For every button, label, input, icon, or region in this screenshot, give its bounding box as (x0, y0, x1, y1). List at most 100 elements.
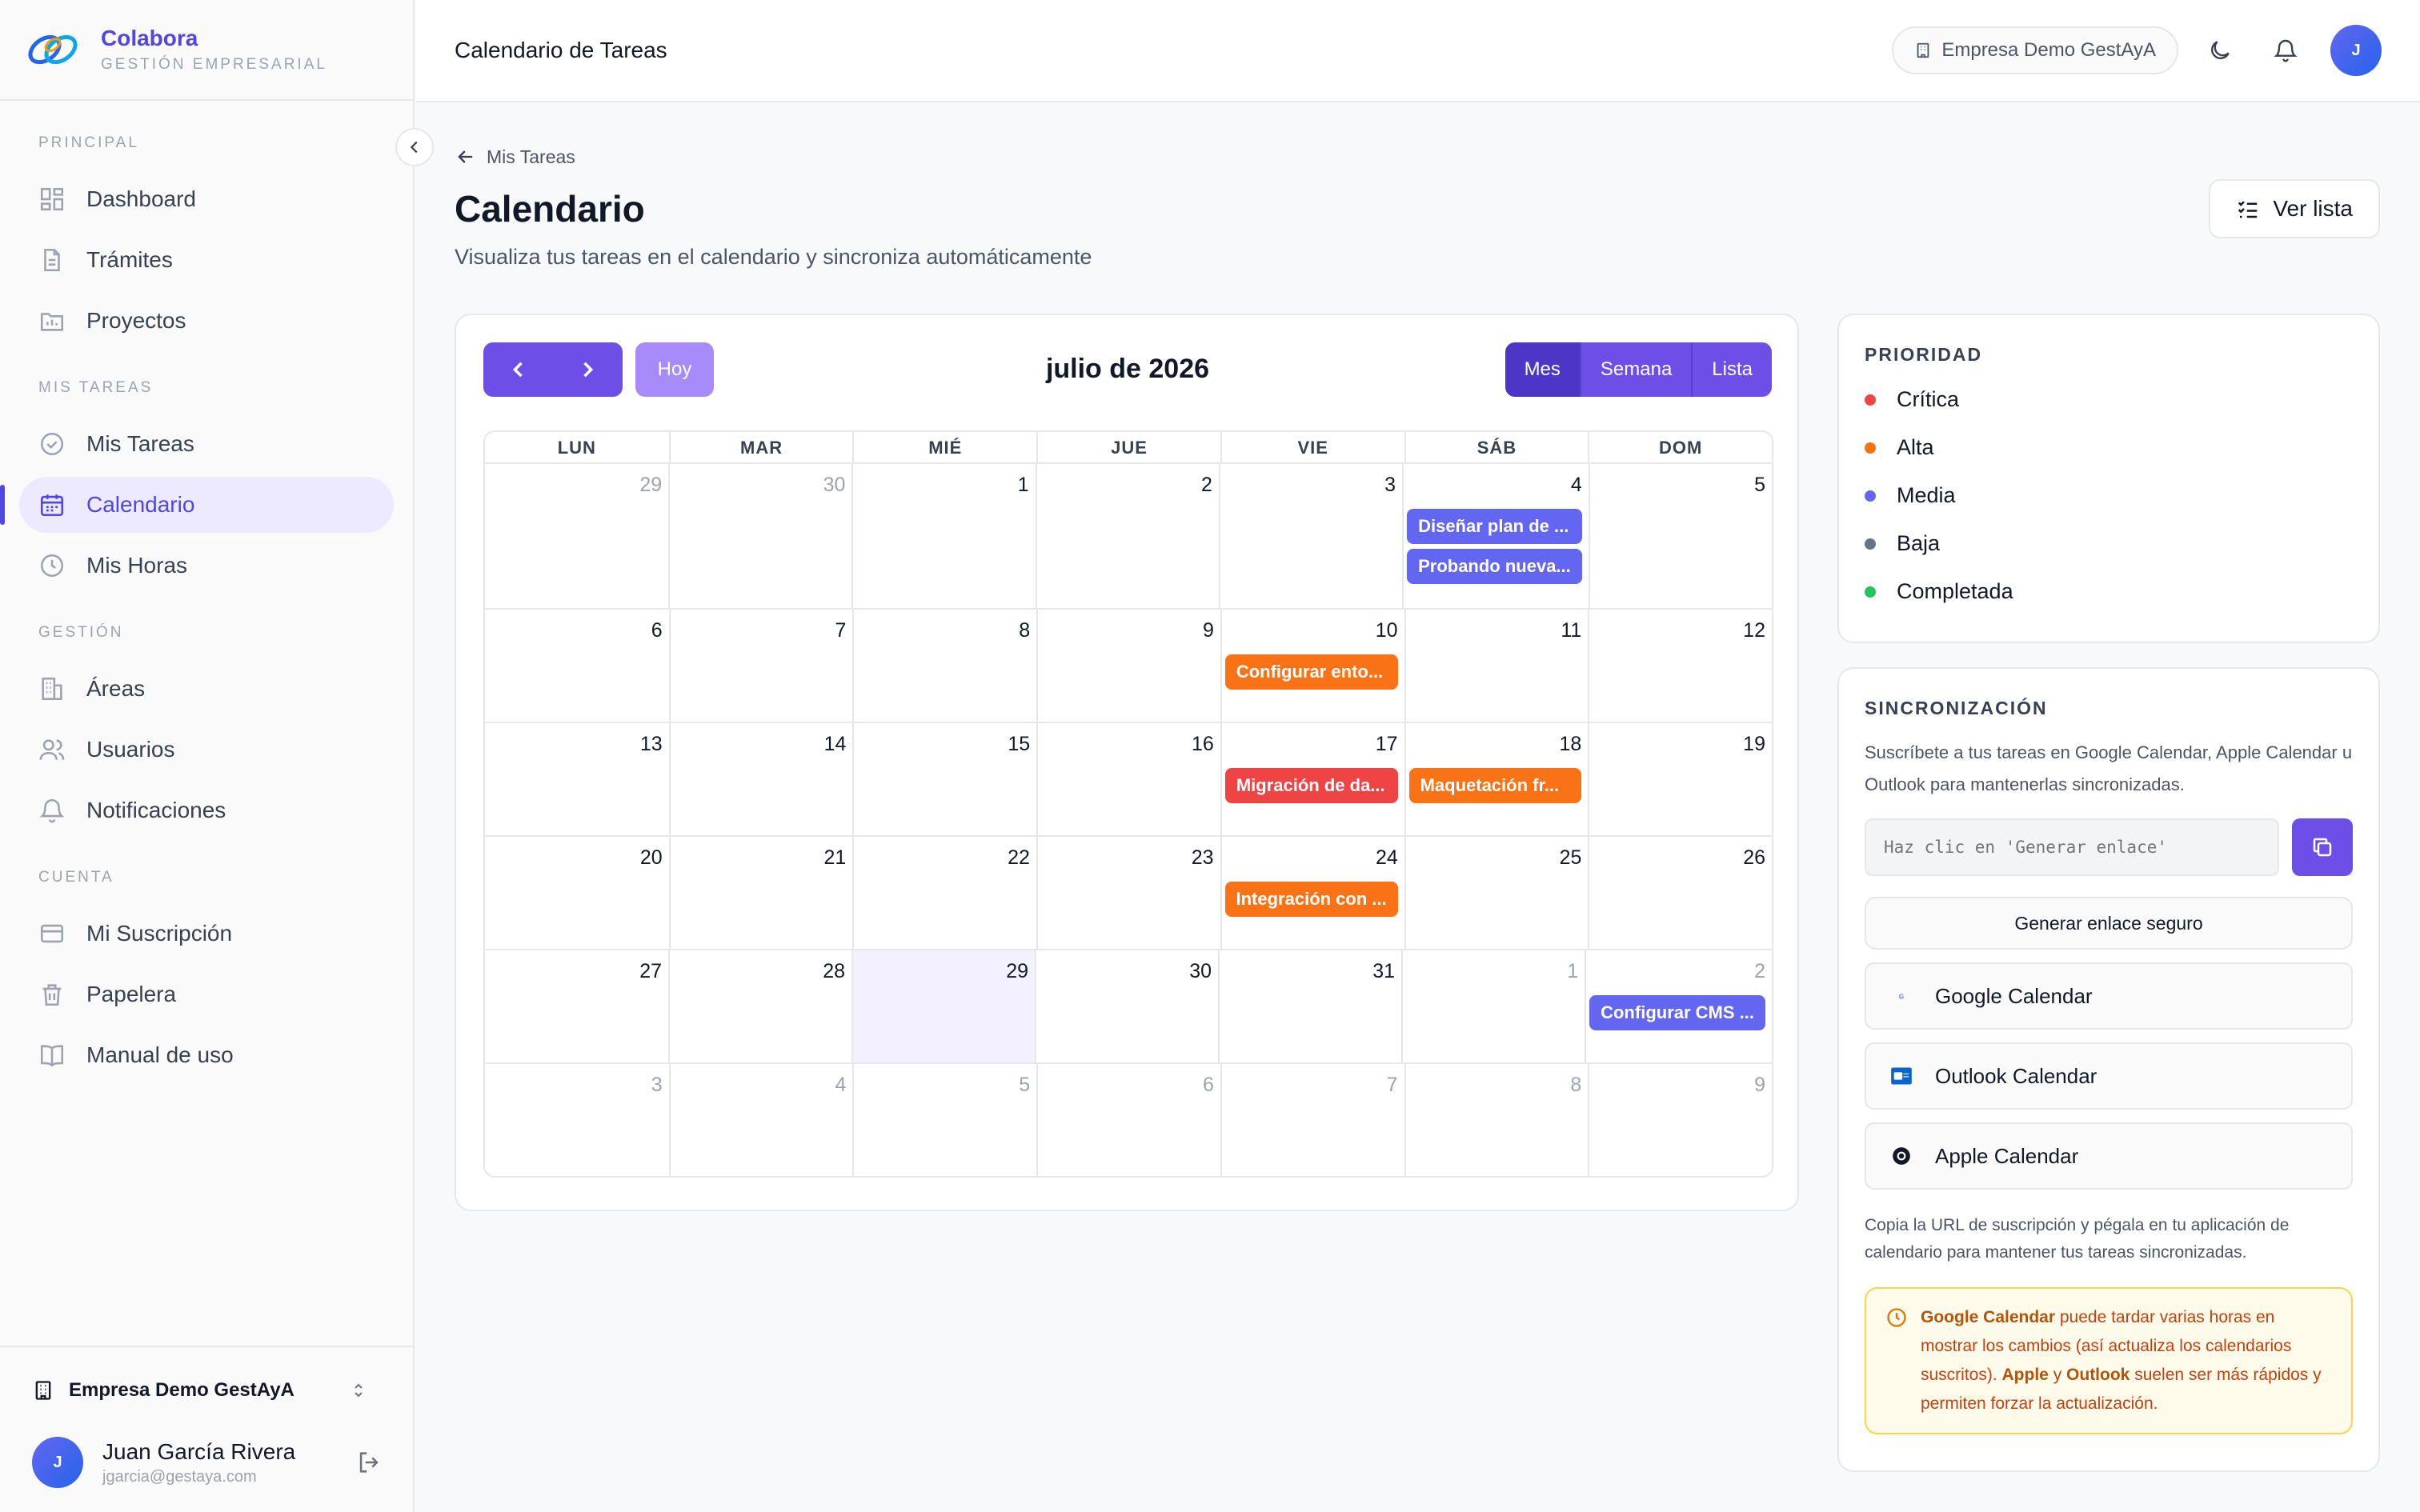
sidebar: Colabora GESTIÓN EMPRESARIAL PRINCIPAL Da… (0, 0, 415, 1512)
sidebar-item-dashboard[interactable]: Dashboard (19, 171, 394, 227)
calendar-day[interactable]: 28 (668, 950, 851, 1062)
calendar-day[interactable]: 3 (485, 1064, 669, 1176)
sync-warning: Google Calendar puede tardar varias hora… (1865, 1287, 2353, 1434)
calendar-day[interactable]: 8 (1404, 1064, 1589, 1176)
calendar-day[interactable]: 9 (1588, 1064, 1772, 1176)
calendar-day[interactable]: 6 (485, 610, 669, 722)
calendar-day[interactable]: 7 (668, 610, 853, 722)
calendar-event[interactable]: Probando nueva... (1407, 549, 1582, 584)
calendar-day[interactable]: 31 (1218, 950, 1401, 1062)
calendar-day[interactable]: 4 (668, 1064, 853, 1176)
sidebar-item-mis-horas[interactable]: Mis Horas (19, 538, 394, 594)
legend-dot (1865, 442, 1876, 454)
notifications-button[interactable] (2262, 26, 2310, 74)
calendar-day-today[interactable]: 29 (851, 950, 1036, 1062)
calendar-day[interactable]: 3 (1218, 464, 1402, 608)
calendar-day[interactable]: 30 (668, 464, 851, 608)
view-lista-button[interactable]: Lista (1691, 342, 1772, 397)
user-profile[interactable]: J Juan García Rivera jgarcia@gestaya.com (32, 1437, 383, 1488)
sidebar-item-label: Trámites (86, 247, 173, 272)
sidebar-item-proyectos[interactable]: Proyectos (19, 293, 394, 349)
calendar-day[interactable]: 15 (852, 723, 1036, 835)
brand[interactable]: Colabora GESTIÓN EMPRESARIAL (0, 0, 413, 101)
calendar-day[interactable]: 1 (851, 464, 1035, 608)
top-header: Calendario de Tareas Empresa Demo GestAy… (416, 0, 2420, 102)
google-icon: G (1890, 985, 1913, 1007)
user-name: Juan García Rivera (102, 1438, 296, 1464)
calendar-day[interactable]: 20 (485, 837, 669, 949)
list-view-button[interactable]: Ver lista (2209, 179, 2380, 238)
company-badge[interactable]: Empresa Demo GestAyA (1892, 26, 2178, 74)
collapse-sidebar-button[interactable] (395, 128, 434, 166)
sidebar-item-calendario[interactable]: Calendario (0, 477, 394, 533)
calendar-day[interactable]: 25 (1404, 837, 1589, 949)
sidebar-item-mi-suscripcion[interactable]: Mi Suscripción (19, 906, 394, 962)
calendar-day[interactable]: 9 (1036, 610, 1220, 722)
calendar-day[interactable]: 5 (1588, 464, 1772, 608)
calendar-event[interactable]: Configurar ento... (1224, 654, 1398, 690)
sidebar-item-manual-de-uso[interactable]: Manual de uso (19, 1027, 394, 1083)
calendar-day[interactable]: 19 (1588, 723, 1772, 835)
calendar-day[interactable]: 14 (668, 723, 853, 835)
back-link[interactable]: Mis Tareas (455, 142, 2380, 171)
sidebar-item-label: Papelera (86, 982, 177, 1006)
calendar-day[interactable]: 7 (1220, 1064, 1404, 1176)
calendar-event[interactable]: Migración de da... (1224, 768, 1398, 803)
calendar-day[interactable]: 24 Integración con ... (1220, 837, 1404, 949)
warning-google: Google Calendar (1921, 1308, 2056, 1326)
calendar-day[interactable]: 23 (1036, 837, 1220, 949)
calendar-day[interactable]: 17 Migración de da... (1220, 723, 1404, 835)
calendar-day[interactable]: 1 (1401, 950, 1585, 1062)
list-check-icon (2238, 201, 2258, 218)
header-avatar[interactable]: J (2330, 25, 2382, 76)
view-semana-button[interactable]: Semana (1579, 342, 1692, 397)
generate-link-button[interactable]: Generar enlace seguro (1865, 897, 2353, 950)
calendar-day[interactable]: 16 (1036, 723, 1220, 835)
sidebar-item-areas[interactable]: Áreas (19, 661, 394, 717)
theme-toggle-button[interactable] (2196, 26, 2244, 74)
view-mes-button[interactable]: Mes (1504, 342, 1580, 397)
calendar-event[interactable]: Configurar CMS ... (1589, 995, 1765, 1030)
sidebar-item-notificaciones[interactable]: Notificaciones (19, 782, 394, 838)
calendar-day[interactable]: 11 (1404, 610, 1589, 722)
calendar-day[interactable]: 30 (1035, 950, 1218, 1062)
calendar-day[interactable]: 4 Diseñar plan de ... Probando nueva... (1402, 464, 1589, 608)
outlook-calendar-button[interactable]: Outlook Calendar (1865, 1042, 2353, 1110)
provider-label: Google Calendar (1935, 983, 2093, 1008)
calendar-event[interactable]: Integración con ... (1224, 882, 1398, 917)
calendar-day[interactable]: 22 (852, 837, 1036, 949)
google-calendar-button[interactable]: G Google Calendar (1865, 962, 2353, 1030)
calendar-day[interactable]: 2 Configurar CMS ... (1585, 950, 1772, 1062)
company-selector[interactable]: Empresa Demo GestAyA (32, 1371, 383, 1410)
sidebar-item-tramites[interactable]: Trámites (19, 232, 394, 288)
calendar-day[interactable]: 6 (1036, 1064, 1220, 1176)
calendar-day[interactable]: 21 (668, 837, 853, 949)
calendar-day[interactable]: 12 (1588, 610, 1772, 722)
apple-calendar-button[interactable]: Apple Calendar (1865, 1122, 2353, 1190)
sidebar-item-papelera[interactable]: Papelera (19, 966, 394, 1022)
sidebar-item-mis-tareas[interactable]: Mis Tareas (19, 416, 394, 472)
logout-icon[interactable] (355, 1449, 383, 1476)
sidebar-item-label: Dashboard (86, 186, 196, 211)
calendar-day[interactable]: 10 Configurar ento... (1220, 610, 1404, 722)
day-number: 1 (1567, 960, 1579, 982)
calendar-day[interactable]: 5 (852, 1064, 1036, 1176)
calendar-event[interactable]: Diseñar plan de ... (1407, 509, 1582, 544)
building-icon (35, 1381, 51, 1400)
calendar-day[interactable]: 18 Maquetación fr... (1404, 723, 1589, 835)
calendar-day[interactable]: 8 (852, 610, 1036, 722)
legend-label: Completada (1897, 579, 2013, 603)
calendar-day[interactable]: 13 (485, 723, 669, 835)
sidebar-item-label: Usuarios (86, 737, 175, 762)
sidebar-item-label: Áreas (86, 676, 146, 701)
subscription-url-input[interactable] (1865, 818, 2279, 876)
calendar-day[interactable]: 2 (1035, 464, 1219, 608)
copy-url-button[interactable] (2292, 818, 2353, 876)
building-icon (42, 677, 62, 701)
calendar-day[interactable]: 29 (485, 464, 668, 608)
day-number: 4 (1570, 474, 1582, 496)
calendar-event[interactable]: Maquetación fr... (1408, 768, 1582, 803)
calendar-day[interactable]: 26 (1588, 837, 1772, 949)
sidebar-item-usuarios[interactable]: Usuarios (19, 722, 394, 778)
calendar-day[interactable]: 27 (485, 950, 668, 1062)
